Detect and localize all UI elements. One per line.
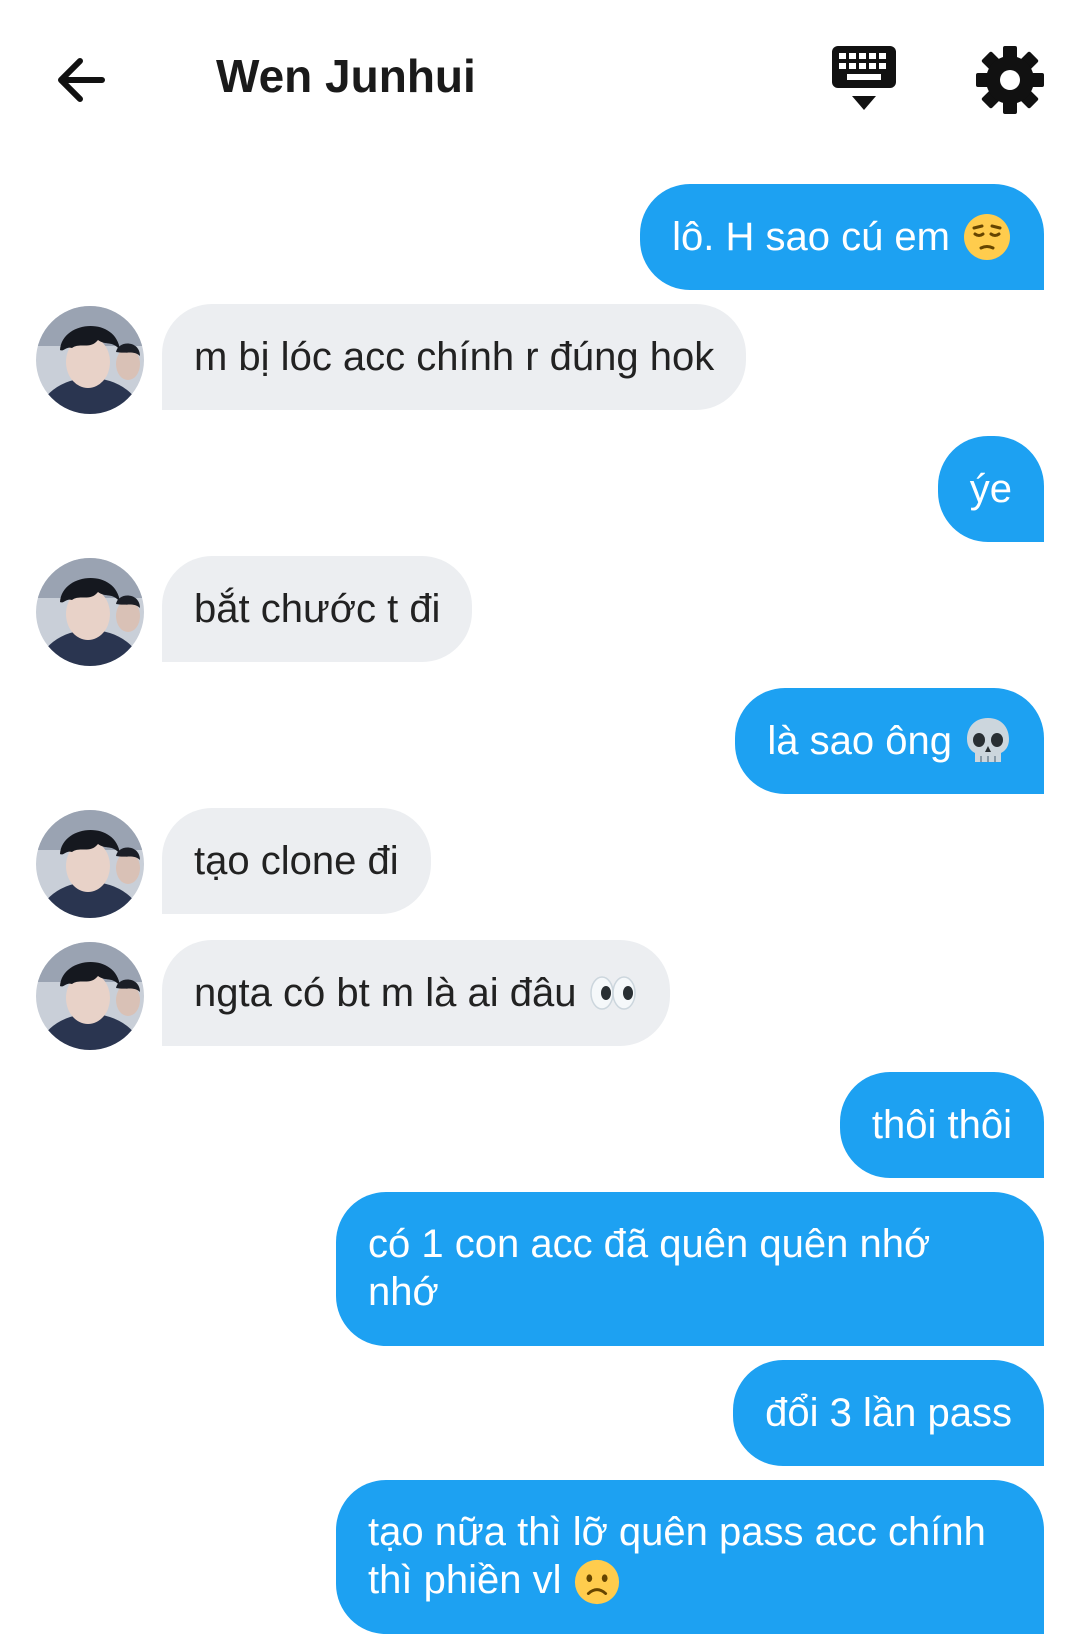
- keyboard-hide-icon: [832, 46, 896, 110]
- avatar[interactable]: [36, 942, 144, 1050]
- avatar[interactable]: [36, 306, 144, 414]
- keyboard-toggle-button[interactable]: [828, 44, 900, 116]
- message-bubble-sent[interactable]: đổi 3 lần pass: [733, 1360, 1044, 1466]
- settings-button[interactable]: [970, 40, 1050, 120]
- message-text: đổi 3 lần pass: [765, 1391, 1012, 1435]
- message-bubble-received[interactable]: tạo clone đi: [162, 808, 431, 914]
- conversation-title: Wen Junhui: [216, 50, 476, 102]
- message-text: thôi thôi: [871, 1103, 1012, 1147]
- pensive-face-icon: [964, 214, 1010, 260]
- chat-header: Wen Junhui: [0, 0, 1076, 150]
- message-text: có 1 con acc đã quên quên nhớ nhớ: [368, 1222, 931, 1314]
- message-text: lô. H sao cú em: [672, 215, 950, 259]
- message-text: là sao ông: [767, 719, 952, 763]
- message-bubble-sent[interactable]: thôi thôi: [839, 1072, 1044, 1178]
- gear-icon: [976, 46, 1044, 114]
- message-bubble-sent[interactable]: tạo nữa thì lỡ quên pass acc chính thì p…: [336, 1480, 1044, 1634]
- message-text: m bị lóc acc chính r đúng hok: [194, 335, 715, 379]
- message-text: bắt chước t đi: [194, 587, 441, 631]
- arrow-left-icon: [58, 58, 105, 102]
- avatar[interactable]: [36, 810, 144, 918]
- message-text: ýe: [969, 467, 1012, 511]
- message-text: tạo clone đi: [194, 839, 399, 883]
- message-bubble-received[interactable]: ngta có bt m là ai đâu: [162, 940, 671, 1046]
- message-bubble-received[interactable]: m bị lóc acc chính r đúng hok: [162, 304, 747, 410]
- eyes-icon: [590, 976, 637, 1010]
- message-bubble-sent[interactable]: lô. H sao cú em: [640, 184, 1044, 290]
- avatar[interactable]: [36, 558, 144, 666]
- back-button[interactable]: [50, 48, 114, 112]
- message-text: tạo nữa thì lỡ quên pass acc chính thì p…: [368, 1508, 1012, 1606]
- skull-icon: [967, 718, 1009, 762]
- worried-face-icon: [575, 1560, 620, 1605]
- message-bubble-sent[interactable]: có 1 con acc đã quên quên nhớ nhớ: [336, 1192, 1044, 1346]
- message-bubble-sent[interactable]: là sao ông: [735, 688, 1044, 794]
- message-bubble-received[interactable]: bắt chước t đi: [162, 556, 473, 662]
- message-bubble-sent[interactable]: ýe: [937, 436, 1044, 542]
- message-text: ngta có bt m là ai đâu: [194, 971, 577, 1015]
